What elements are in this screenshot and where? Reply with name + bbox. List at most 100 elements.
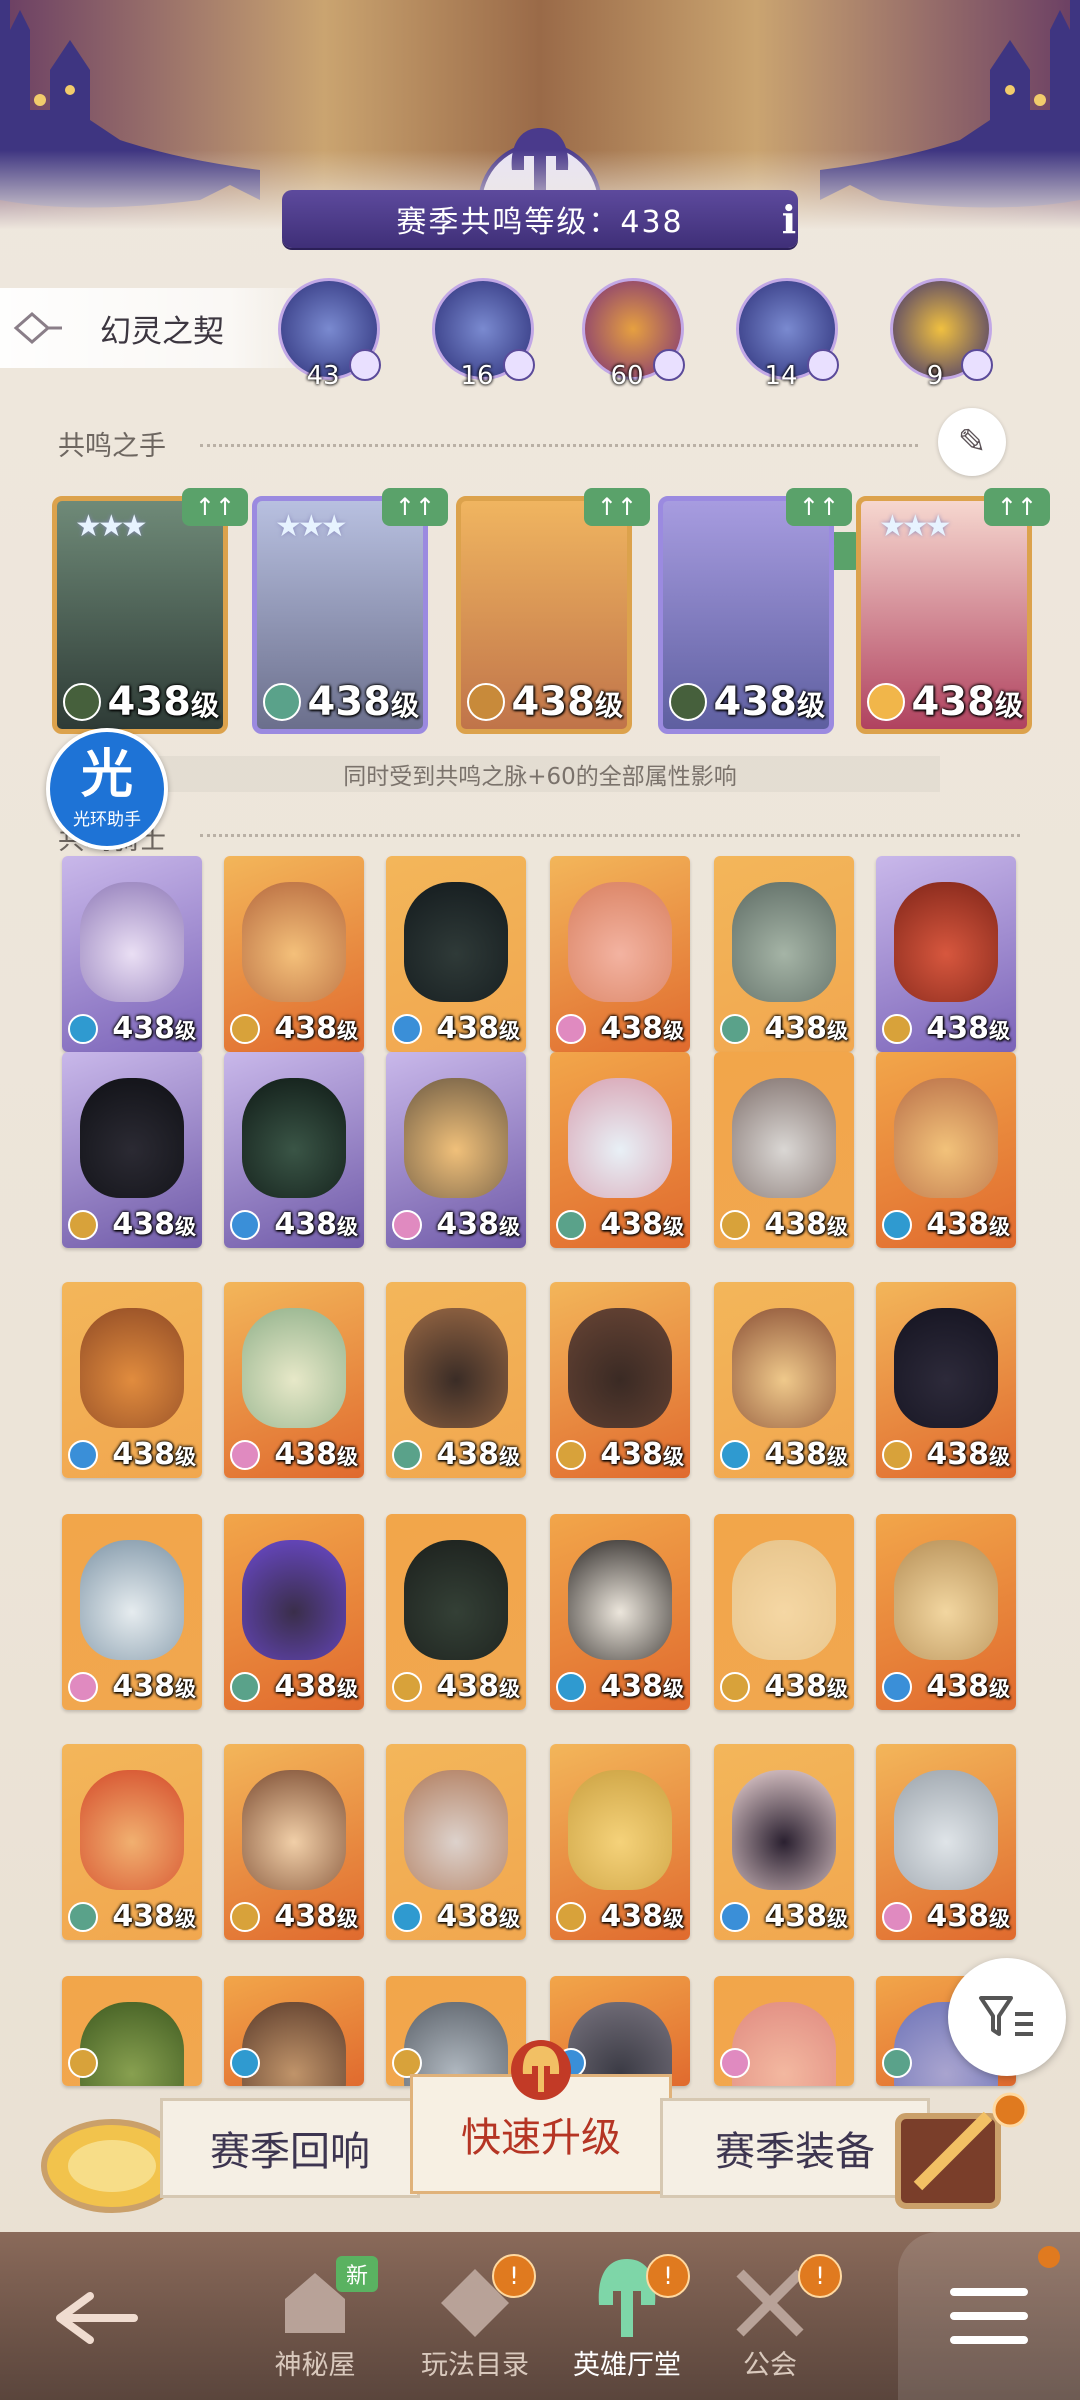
contract-slot-2[interactable]: 16 — [432, 278, 535, 391]
hero-card[interactable]: 438级 — [714, 856, 854, 1052]
faction-icon — [961, 349, 993, 381]
contract-title: 幻灵之契 — [100, 313, 224, 350]
back-arrow-icon[interactable] — [50, 2288, 140, 2348]
hero-portrait — [894, 1540, 998, 1660]
hero-level: 438级 — [307, 679, 419, 725]
hero-card[interactable]: 438级 — [62, 1514, 202, 1710]
hero-level: 438级 — [926, 1669, 1010, 1704]
hero-level: 438级 — [112, 1011, 196, 1046]
hero-level: 438级 — [511, 679, 623, 725]
nav-label: 玩法目录 — [421, 2350, 529, 2381]
faction-icon — [867, 683, 905, 721]
assistant-label: 光环助手 — [73, 809, 141, 830]
upgrade-arrow-icon: ↑↑ — [984, 488, 1050, 526]
bottom-action-menu: 赛季回响 快速升级 赛季装备 — [0, 2036, 1080, 2213]
hero-card[interactable]: 438级 — [550, 1744, 690, 1940]
hero-card[interactable]: 438级 — [550, 1282, 690, 1478]
notification-dot — [1038, 2246, 1060, 2268]
contract-slot-3[interactable]: 60 — [582, 278, 685, 391]
faction-icon — [392, 1902, 422, 1932]
season-level-text: 赛季共鸣等级：438 — [396, 205, 684, 240]
hero-portrait — [732, 1540, 836, 1660]
hero-card[interactable]: 438级 — [386, 856, 526, 1052]
hero-card[interactable]: 438级 — [62, 1052, 202, 1248]
faction-icon — [882, 1902, 912, 1932]
hero-card[interactable]: 438级 — [62, 1282, 202, 1478]
info-button[interactable]: i — [760, 190, 818, 248]
contract-slot-4[interactable]: 14 — [736, 278, 839, 391]
alert-badge: ! — [798, 2254, 842, 2298]
hero-level: 438级 — [436, 1011, 520, 1046]
quick-upgrade-label: 快速升级 — [461, 2115, 621, 2161]
hero-portrait — [732, 1078, 836, 1198]
hero-card[interactable]: 438级 — [714, 1744, 854, 1940]
quill-icon[interactable]: ✎ — [938, 408, 1006, 476]
hero-portrait — [80, 1078, 184, 1198]
hero-card[interactable]: 438级 — [550, 1052, 690, 1248]
faction-icon — [263, 683, 301, 721]
hero-card[interactable]: 438级 — [550, 1514, 690, 1710]
filter-icon — [979, 1996, 1033, 2036]
hero-card[interactable]: 438级 — [386, 1744, 526, 1940]
faction-icon — [653, 349, 685, 381]
resonance-card-4[interactable]: 438级 — [658, 496, 834, 734]
hero-card[interactable]: 438级 — [714, 1052, 854, 1248]
season-echo-button[interactable]: 赛季回响 — [160, 2098, 420, 2198]
hero-level: 438级 — [274, 1011, 358, 1046]
faction-icon — [503, 349, 535, 381]
hero-card[interactable]: 438级 — [62, 856, 202, 1052]
hero-card[interactable]: 438级 — [386, 1052, 526, 1248]
helmet-icon — [511, 2040, 571, 2100]
assistant-floating-button[interactable]: 光 光环助手 — [46, 728, 168, 850]
faction-icon — [68, 1440, 98, 1470]
season-equipment-icon — [895, 2092, 1028, 2209]
hero-card[interactable]: 438级 — [62, 1744, 202, 1940]
resonance-card-2[interactable]: ★★★ 438级 — [252, 496, 428, 734]
resonance-note: 同时受到共鸣之脉+60的全部属性影响 — [140, 756, 940, 792]
star-icons: ★★★ — [275, 509, 348, 544]
hero-card[interactable]: 438级 — [876, 1514, 1016, 1710]
resonance-hands-title: 共鸣之手 — [58, 431, 166, 462]
hero-level: 438级 — [436, 1899, 520, 1934]
contract-slot-1[interactable]: 43 — [278, 278, 381, 391]
resonance-card-1[interactable]: ★★★ 438级 — [52, 496, 228, 734]
nav-label: 神秘屋 — [274, 2350, 356, 2381]
castle-left-decoration — [0, 0, 260, 208]
hero-level: 438级 — [436, 1669, 520, 1704]
hero-card[interactable]: 438级 — [224, 1052, 364, 1248]
hero-level: 438级 — [764, 1437, 848, 1472]
hero-card[interactable]: 438级 — [876, 1282, 1016, 1478]
hero-card[interactable]: 438级 — [386, 1282, 526, 1478]
hero-card[interactable]: 438级 — [224, 1744, 364, 1940]
star-icons: ★★★ — [75, 509, 148, 544]
hero-card[interactable]: 438级 — [224, 1282, 364, 1478]
faction-icon — [720, 1440, 750, 1470]
hero-portrait — [80, 882, 184, 1002]
hero-card[interactable]: 438级 — [224, 1514, 364, 1710]
hero-portrait — [568, 1308, 672, 1428]
hero-level: 438级 — [112, 1899, 196, 1934]
hero-portrait — [242, 1770, 346, 1890]
nav-gameplay-catalog[interactable]: 玩法目录 — [400, 2232, 550, 2400]
hero-card[interactable]: 438级 — [876, 1052, 1016, 1248]
hero-card[interactable]: 438级 — [876, 856, 1016, 1052]
hero-card[interactable]: 438级 — [876, 1744, 1016, 1940]
hero-card[interactable]: 438级 — [224, 856, 364, 1052]
hero-level: 438级 — [112, 1669, 196, 1704]
menu-icon — [950, 2288, 1028, 2344]
bottom-navigation: 神秘屋 新 玩法目录 ! 英雄厅堂 ! 公会 ! — [0, 2232, 1080, 2400]
faction-icon — [556, 1210, 586, 1240]
contract-slot-5[interactable]: 9 — [890, 278, 993, 391]
hero-card[interactable]: 438级 — [386, 1514, 526, 1710]
hero-level: 438级 — [600, 1669, 684, 1704]
hero-level: 438级 — [911, 679, 1023, 725]
hero-card[interactable]: 438级 — [714, 1282, 854, 1478]
resonance-card-3[interactable]: 438级 — [456, 496, 632, 734]
resonance-card-5[interactable]: ★★★ 438级 — [856, 496, 1032, 734]
hero-card[interactable]: 438级 — [714, 1514, 854, 1710]
upgrade-arrow-icon: ↑↑ — [382, 488, 448, 526]
hero-portrait — [404, 1308, 508, 1428]
hero-card[interactable]: 438级 — [550, 856, 690, 1052]
menu-button[interactable] — [898, 2232, 1080, 2400]
hero-portrait — [732, 1308, 836, 1428]
